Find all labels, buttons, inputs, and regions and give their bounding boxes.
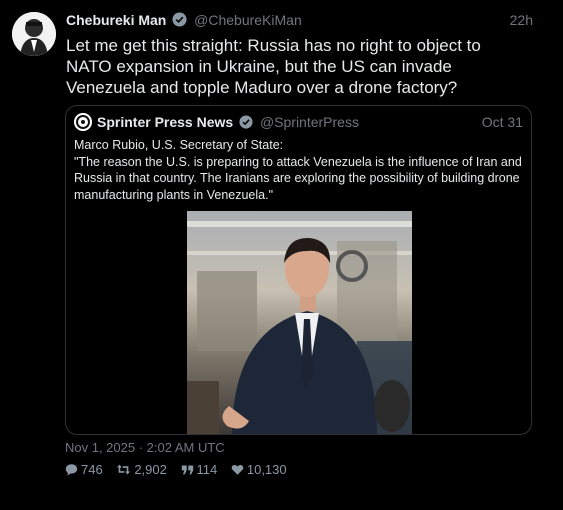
quoted-tweet-time[interactable]: Oct 31 [482,112,523,132]
reply-icon [65,464,78,476]
heart-icon [231,465,244,475]
retweet-stat[interactable]: 2,902 [116,462,167,477]
tweet-card[interactable]: Chebureki Man @ChebureKiMan 22h Let me g… [0,0,563,510]
verified-badge-icon [239,114,253,134]
like-stat[interactable]: 10,130 [231,462,287,477]
tweet-time[interactable]: 22h [510,11,533,29]
quote-count: 114 [196,462,218,477]
retweet-icon [117,464,131,475]
tweet-stats: 746 2,902 114 10,130 [65,462,297,477]
verified-badge-icon [172,12,187,31]
quoted-tweet-photo[interactable] [187,211,412,434]
quoted-avatar[interactable] [74,113,92,131]
reply-stat[interactable]: 746 [65,462,103,477]
author-name[interactable]: Chebureki Man [66,12,166,28]
avatar[interactable] [12,12,56,56]
quote-icon [181,465,193,475]
author-handle[interactable]: @ChebureKiMan [194,12,302,28]
tweet-date[interactable]: Nov 1, 2025 · 2:02 AM UTC [65,440,225,455]
quote-stat[interactable]: 114 [181,462,218,477]
quoted-tweet[interactable]: Sprinter Press News @SprinterPress Oct 3… [65,105,532,435]
quoted-text-line-1: Marco Rubio, U.S. Secretary of State: [74,138,284,152]
tweet-text: Let me get this straight: Russia has no … [66,36,481,97]
quoted-tweet-text: Marco Rubio, U.S. Secretary of State: "T… [74,137,529,203]
reply-count: 746 [81,462,103,477]
quoted-tweet-header: Sprinter Press News @SprinterPress [74,112,523,132]
quoted-text-line-2: "The reason the U.S. is preparing to att… [74,154,522,202]
retweet-count: 2,902 [134,462,167,477]
tweet-header: Chebureki Man @ChebureKiMan [66,11,533,29]
quoted-author-name[interactable]: Sprinter Press News [97,114,233,130]
quoted-author-handle[interactable]: @SprinterPress [260,114,359,130]
like-count: 10,130 [246,462,287,477]
